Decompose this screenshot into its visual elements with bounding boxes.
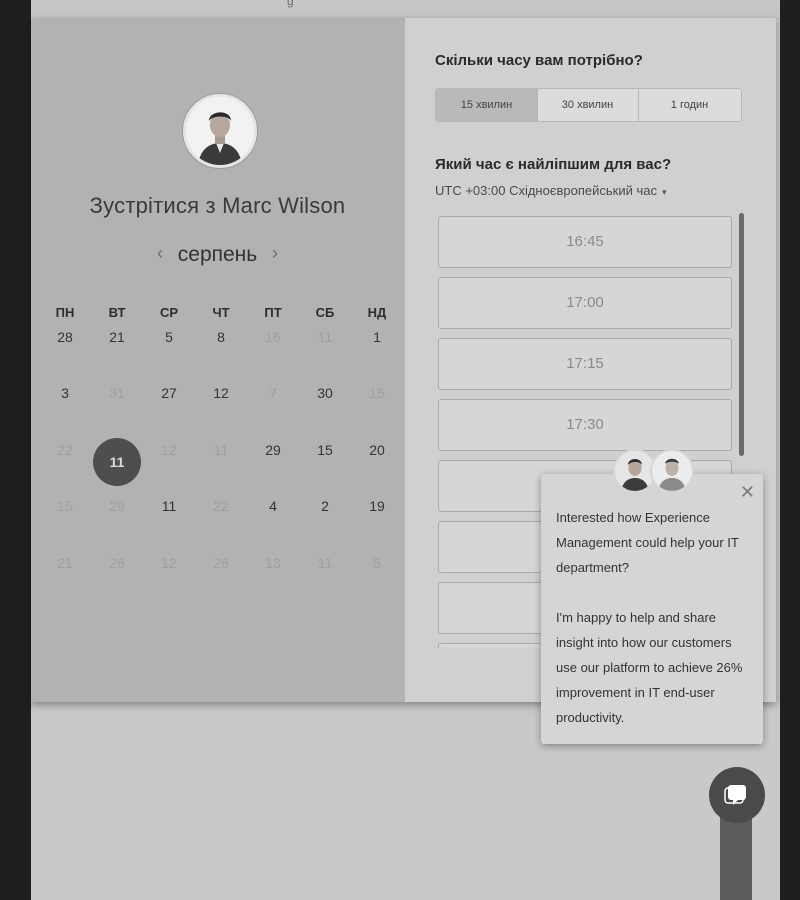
caret-down-icon: ▾ [661,187,667,197]
calendar-day[interactable]: 12 [147,428,191,472]
chat-widget-stem [720,812,752,900]
calendar-day[interactable]: 1 [355,315,399,359]
calendar-day[interactable]: 13 [251,541,295,585]
calendar-day[interactable]: 21 [43,541,87,585]
chat-popup: ✕ Interested how Experience Management c… [541,474,763,744]
calendar-day[interactable]: 5 [355,541,399,585]
month-navigator: ‹ серпень › [31,241,404,271]
calendar-day[interactable]: 11 [303,541,347,585]
calendar-day[interactable]: 31 [95,371,139,415]
calendar-day-selected[interactable]: 11 [93,438,141,486]
calendar-day[interactable]: 11 [303,315,347,359]
calendar-day[interactable]: 12 [147,541,191,585]
calendar-day[interactable]: 19 [355,484,399,528]
duration-option[interactable]: 15 хвилин [436,89,538,121]
calendar-panel: Зустрітися з Marc Wilson ‹ серпень › ПН В… [31,18,404,702]
chat-bubble-icon [724,785,746,805]
calendar-day[interactable]: 26 [95,541,139,585]
duration-option[interactable]: 1 годин [638,89,741,121]
timezone-label: UTC +03:00 Східноєвропейський час [435,183,657,198]
calendar-day[interactable]: 20 [355,428,399,472]
chat-launcher-button[interactable] [709,767,765,823]
duration-option[interactable]: 30 хвилин [537,89,639,121]
calendar-day[interactable]: 2 [303,484,347,528]
meet-title: Зустрітися з Marc Wilson [89,193,346,218]
calendar-day[interactable]: 21 [95,315,139,359]
top-strip: g [31,0,780,19]
calendar-day[interactable]: 26 [199,541,243,585]
calendar-day[interactable]: 7 [251,371,295,415]
calendar-day[interactable]: 11 [147,484,191,528]
calendar-day[interactable]: 4 [251,484,295,528]
calendar-day[interactable]: 11 [199,428,243,472]
calendar-day[interactable]: 27 [147,371,191,415]
slot-scrollbar[interactable] [739,213,744,456]
calendar-day[interactable]: 30 [303,371,347,415]
calendar-day[interactable]: 28 [43,315,87,359]
chat-message: Interested how Experience Management cou… [556,505,751,730]
calendar-day[interactable]: 22 [199,484,243,528]
time-slot-button[interactable]: 17:15 [438,338,732,390]
calendar-day[interactable]: 22 [43,428,87,472]
calendar-day[interactable]: 29 [251,428,295,472]
calendar-day[interactable]: 12 [199,371,243,415]
calendar-day[interactable]: 15 [43,484,87,528]
calendar-day[interactable]: 3 [43,371,87,415]
time-slot-button[interactable]: 17:00 [438,277,732,329]
calendar-day[interactable]: 15 [355,371,399,415]
calendar-day[interactable]: 16 [251,315,295,359]
time-slot-button[interactable]: 16:45 [438,216,732,268]
duration-question: Скільки часу вам потрібно? [435,52,643,69]
time-slot-button[interactable]: 17:30 [438,399,732,451]
calendar-day[interactable]: 8 [199,315,243,359]
calendar-day[interactable]: 29 [95,484,139,528]
calendar-day[interactable]: 15 [303,428,347,472]
chat-paragraph-2: I'm happy to help and share insight into… [556,610,743,725]
time-question: Який час є найліпшим для вас? [435,156,672,173]
chat-paragraph-1: Interested how Experience Management cou… [556,510,739,575]
host-avatar [183,94,257,168]
chevron-right-icon[interactable]: › [272,243,278,264]
top-text-fragment: g [287,0,294,8]
duration-selector: 15 хвилин 30 хвилин 1 годин [435,88,742,122]
agent-avatar-2 [650,449,694,493]
calendar-day[interactable]: 5 [147,315,191,359]
close-icon[interactable]: ✕ [740,482,755,503]
timezone-selector[interactable]: UTC +03:00 Східноєвропейський час ▾ [435,183,667,198]
month-label: серпень [177,243,258,266]
